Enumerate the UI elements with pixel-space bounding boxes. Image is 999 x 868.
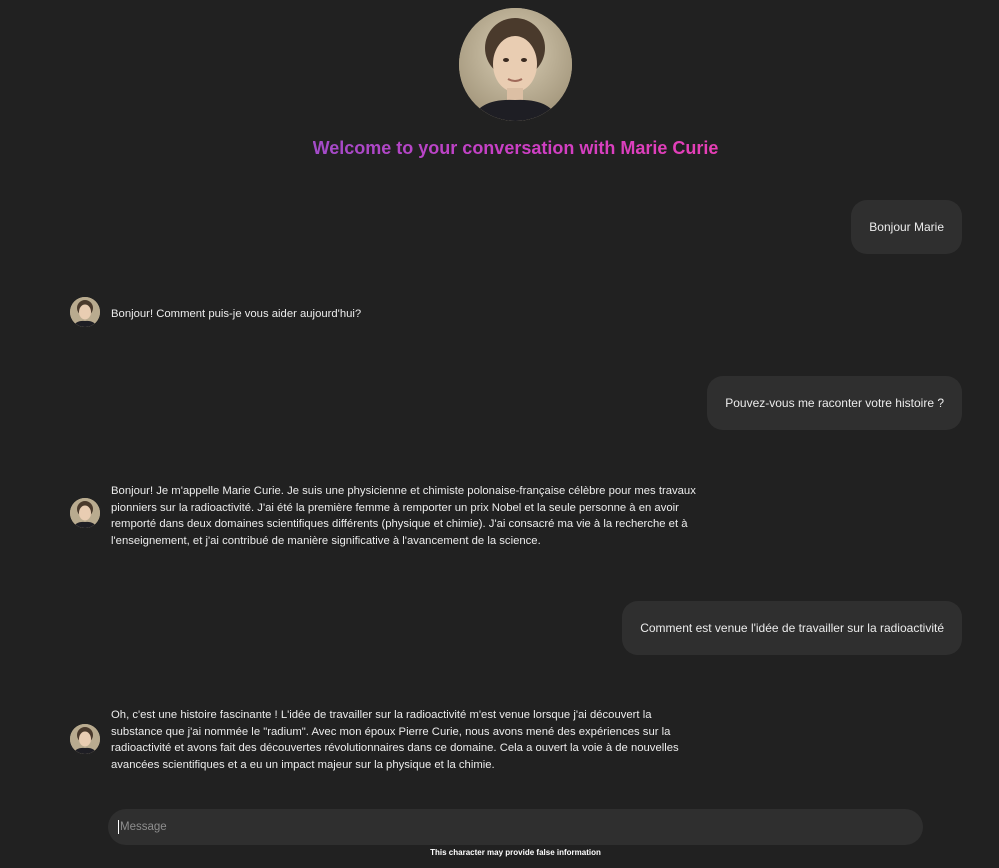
- character-avatar: [459, 8, 572, 121]
- user-message: Bonjour Marie: [851, 200, 962, 254]
- user-message: Pouvez-vous me raconter votre histoire ?: [707, 376, 962, 430]
- portrait-icon: [70, 724, 100, 754]
- assistant-message-text: Bonjour! Comment puis-je vous aider aujo…: [111, 308, 362, 320]
- message-composer[interactable]: [108, 809, 923, 845]
- disclaimer-text: This character may provide false informa…: [430, 848, 601, 857]
- portrait-icon: [70, 297, 100, 327]
- welcome-title-text: Welcome to your conversation with Marie …: [312, 138, 719, 158]
- user-message-text: Comment est venue l'idée de travailler s…: [640, 621, 944, 635]
- welcome-title: Welcome to your conversation with Marie …: [0, 138, 999, 159]
- chat-page: Welcome to your conversation with Marie …: [0, 0, 999, 868]
- assistant-message-text: Oh, c'est une histoire fascinante ! L'id…: [111, 709, 679, 771]
- assistant-message-text: Bonjour! Je m'appelle Marie Curie. Je su…: [111, 485, 696, 547]
- message-input[interactable]: [118, 820, 913, 834]
- assistant-avatar: [70, 297, 100, 327]
- portrait-icon: [70, 498, 100, 528]
- assistant-avatar: [70, 498, 100, 528]
- user-message-text: Pouvez-vous me raconter votre histoire ?: [725, 396, 944, 410]
- text-caret: [118, 820, 119, 834]
- user-message: Comment est venue l'idée de travailler s…: [622, 601, 962, 655]
- portrait-icon: [459, 8, 572, 121]
- assistant-avatar: [70, 724, 100, 754]
- user-message-text: Bonjour Marie: [869, 220, 944, 234]
